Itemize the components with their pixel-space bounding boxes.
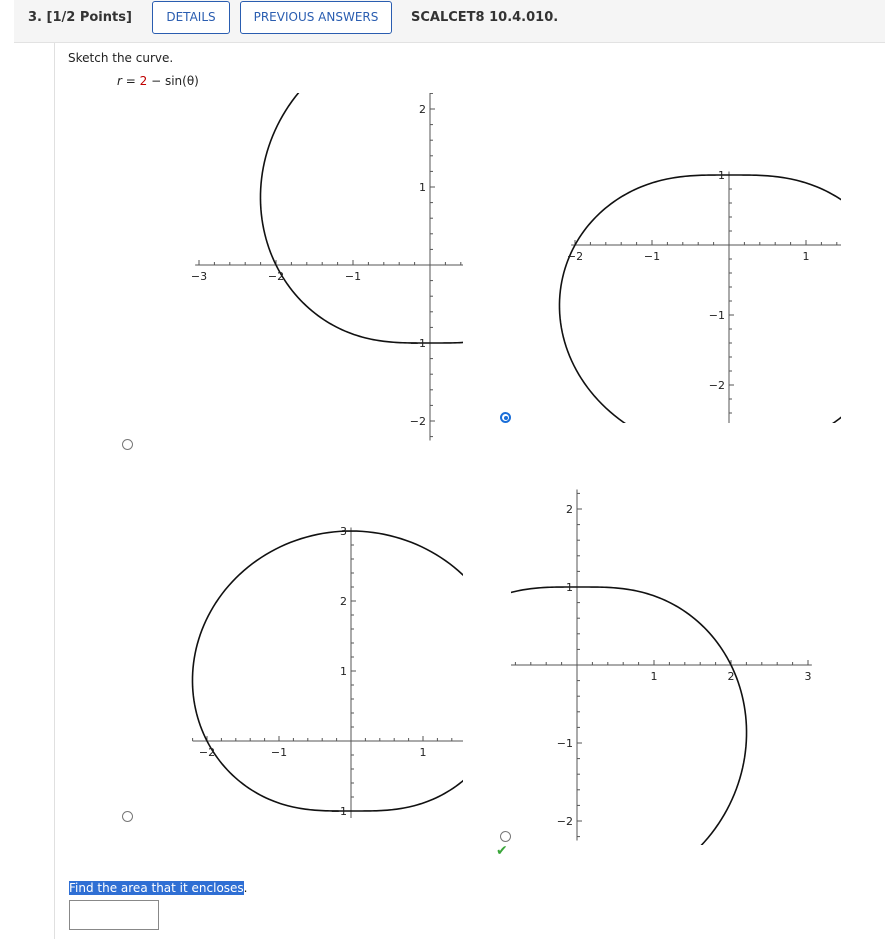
- tick-label: −1: [331, 805, 347, 818]
- tick-label: 1: [566, 581, 573, 594]
- tick-label: 3: [340, 525, 347, 538]
- previous-answers-button[interactable]: PREVIOUS ANSWERS: [240, 1, 392, 34]
- area-answer-input[interactable]: [69, 900, 159, 930]
- tick-label: 1: [419, 181, 426, 194]
- tick-label: 2: [419, 103, 426, 116]
- tick-label: −2: [199, 746, 215, 759]
- option-radio-2[interactable]: [500, 412, 511, 423]
- question-id: SCALCET8 10.4.010.: [411, 10, 559, 25]
- polar-curve: [191, 530, 463, 812]
- tick-label: 1: [718, 169, 725, 182]
- option-graph-1: −3−2−1112−1−2: [191, 93, 463, 441]
- option-radio-4[interactable]: [500, 831, 511, 842]
- area-question-prompt: Find the area that it encloses.: [69, 881, 248, 895]
- option-graph-4: −112312−1−2: [511, 489, 812, 845]
- tick-label: −2: [268, 270, 284, 283]
- tick-label: −2: [709, 379, 725, 392]
- question-body: Sketch the curve. r = 2 − sin(θ) −3 −2 −1 1…: [54, 43, 885, 939]
- tick-label: −1: [709, 309, 725, 322]
- option-radio-3[interactable]: [122, 811, 133, 822]
- tick-label: 2: [566, 503, 573, 516]
- question-number-and-points: 3. [1/2 Points]: [28, 10, 132, 25]
- problem-prompt: Sketch the curve.: [68, 51, 174, 65]
- question-header: 3. [1/2 Points] DETAILS PREVIOUS ANSWERS…: [14, 0, 885, 43]
- tick-label: −2: [567, 250, 583, 263]
- polar-curve: [558, 174, 841, 423]
- correct-check-icon: ✔: [496, 843, 508, 859]
- tick-label: −1: [410, 337, 426, 350]
- tick-label: 2: [728, 670, 735, 683]
- curve-equation: r = 2 − sin(θ): [117, 74, 199, 88]
- tick-label: −1: [644, 250, 660, 263]
- tick-label: 3: [805, 670, 812, 683]
- tick-label: −1: [557, 737, 573, 750]
- tick-label: −2: [557, 815, 573, 828]
- option-radio-1[interactable]: [122, 439, 133, 450]
- tick-label: 1: [420, 746, 427, 759]
- tick-label: 1: [340, 665, 347, 678]
- tick-label: −2: [410, 415, 426, 428]
- tick-label: 1: [651, 670, 658, 683]
- tick-label: −1: [345, 270, 361, 283]
- tick-label: 2: [340, 595, 347, 608]
- polar-curve: [511, 586, 748, 845]
- option-graph-3: −2−112123−1: [191, 525, 463, 818]
- tick-label: −3: [191, 270, 207, 283]
- tick-label: −1: [271, 746, 287, 759]
- tick-label: 1: [803, 250, 810, 263]
- option-graph-2: −2−1121−1−2−3: [558, 169, 841, 423]
- details-button[interactable]: DETAILS: [152, 1, 230, 34]
